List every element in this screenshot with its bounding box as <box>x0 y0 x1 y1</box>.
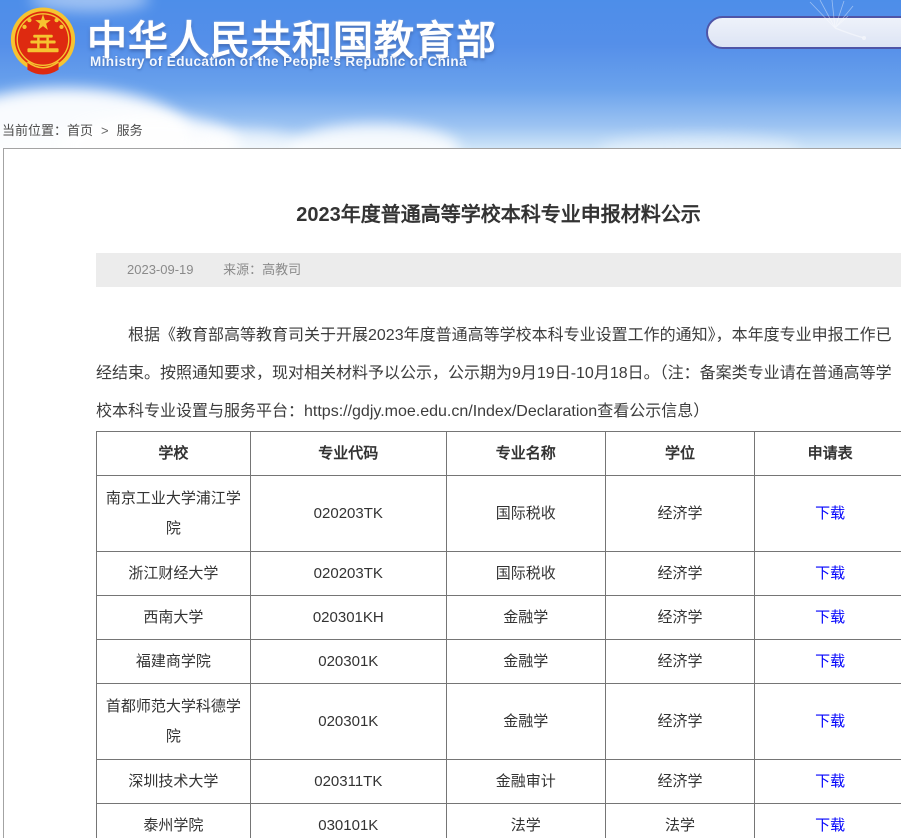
major-name-cell: 法学 <box>446 804 605 838</box>
source-label: 来源：高教司 <box>223 262 301 277</box>
table-row: 福建商学院020301K金融学经济学 下载 <box>97 640 901 684</box>
degree-cell: 经济学 <box>605 476 755 552</box>
major-name-cell: 金融学 <box>446 640 605 684</box>
major-code-cell: 030101K <box>250 804 446 838</box>
degree-cell: 法学 <box>605 804 755 838</box>
site-subtitle: Ministry of Education of the People's Re… <box>90 54 467 69</box>
breadcrumb-label: 当前位置： <box>2 123 67 138</box>
table-row: 浙江财经大学020203TK国际税收经济学 下载 <box>97 552 901 596</box>
table-header-row: 学校专业代码专业名称学位申请表 <box>97 432 901 476</box>
application-form-cell: 下载 <box>755 476 901 552</box>
national-emblem-icon <box>8 5 78 78</box>
download-link[interactable]: 下载 <box>815 773 845 790</box>
major-name-cell: 金融学 <box>446 596 605 640</box>
major-name-cell: 金融审计 <box>446 760 605 804</box>
table-row: 西南大学020301KH金融学经济学 下载 <box>97 596 901 640</box>
download-link[interactable]: 下载 <box>815 817 845 834</box>
major-code-cell: 020311TK <box>250 760 446 804</box>
column-header: 学位 <box>605 432 755 476</box>
breadcrumb-service-link[interactable]: 服务 <box>117 123 143 138</box>
table-row: 首都师范大学科德学院020301K金融学经济学 下载 <box>97 684 901 760</box>
article-meta-bar: 2023-09-19 来源：高教司 <box>96 253 901 287</box>
download-link[interactable]: 下载 <box>815 505 845 522</box>
dandelion-decoration <box>790 0 880 45</box>
application-form-cell: 下载 <box>755 596 901 640</box>
download-link[interactable]: 下载 <box>815 565 845 582</box>
degree-cell: 经济学 <box>605 760 755 804</box>
application-form-cell: 下载 <box>755 804 901 838</box>
school-cell: 浙江财经大学 <box>97 552 251 596</box>
column-header: 申请表 <box>755 432 901 476</box>
site-header: 中华人民共和国教育部 Ministry of Education of the … <box>0 0 901 148</box>
table-row: 泰州学院030101K法学法学下载 <box>97 804 901 838</box>
major-name-cell: 金融学 <box>446 684 605 760</box>
major-name-cell: 国际税收 <box>446 552 605 596</box>
degree-cell: 经济学 <box>605 596 755 640</box>
table-row: 深圳技术大学020311TK金融审计经济学 下载 <box>97 760 901 804</box>
major-code-cell: 020301K <box>250 640 446 684</box>
degree-cell: 经济学 <box>605 552 755 596</box>
school-cell: 西南大学 <box>97 596 251 640</box>
page-title: 2023年度普通高等学校本科专业申报材料公示 <box>96 199 901 231</box>
major-code-cell: 020203TK <box>250 476 446 552</box>
breadcrumb: 当前位置：首页 > 服务 <box>2 120 143 139</box>
application-form-cell: 下载 <box>755 552 901 596</box>
cloud-decoration <box>290 124 460 148</box>
major-code-cell: 020301K <box>250 684 446 760</box>
school-cell: 深圳技术大学 <box>97 760 251 804</box>
page: 中华人民共和国教育部 Ministry of Education of the … <box>0 0 901 838</box>
breadcrumb-home-link[interactable]: 首页 <box>67 123 93 138</box>
degree-cell: 经济学 <box>605 684 755 760</box>
column-header: 学校 <box>97 432 251 476</box>
breadcrumb-separator: > <box>101 123 109 138</box>
school-cell: 南京工业大学浦江学院 <box>97 476 251 552</box>
application-table: 学校专业代码专业名称学位申请表 南京工业大学浦江学院020203TK国际税收经济… <box>96 431 901 838</box>
table-row: 南京工业大学浦江学院020203TK国际税收经济学 下载 <box>97 476 901 552</box>
download-link[interactable]: 下载 <box>815 713 845 730</box>
school-cell: 福建商学院 <box>97 640 251 684</box>
application-form-cell: 下载 <box>755 684 901 760</box>
degree-cell: 经济学 <box>605 640 755 684</box>
application-form-cell: 下载 <box>755 760 901 804</box>
cloud-decoration <box>600 135 800 148</box>
publish-date: 2023-09-19 <box>127 262 194 277</box>
article-body: 根据《教育部高等教育司关于开展2023年度普通高等学校本科专业设置工作的通知》，… <box>96 317 901 431</box>
school-cell: 泰州学院 <box>97 804 251 838</box>
major-code-cell: 020203TK <box>250 552 446 596</box>
download-link[interactable]: 下载 <box>815 609 845 626</box>
school-cell: 首都师范大学科德学院 <box>97 684 251 760</box>
download-link[interactable]: 下载 <box>815 653 845 670</box>
column-header: 专业代码 <box>250 432 446 476</box>
content-panel: 2023年度普通高等学校本科专业申报材料公示 2023-09-19 来源：高教司… <box>3 148 901 838</box>
major-name-cell: 国际税收 <box>446 476 605 552</box>
major-code-cell: 020301KH <box>250 596 446 640</box>
application-form-cell: 下载 <box>755 640 901 684</box>
column-header: 专业名称 <box>446 432 605 476</box>
